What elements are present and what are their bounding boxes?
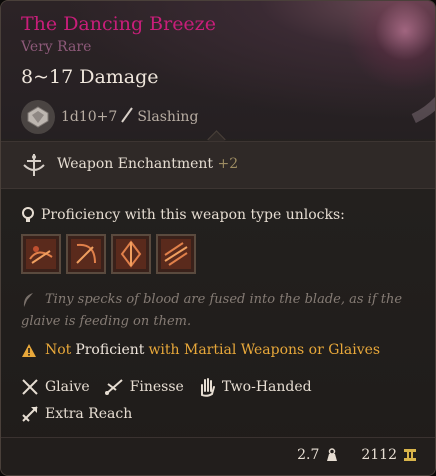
weight-icon <box>327 448 338 461</box>
finesse-icon <box>104 379 123 395</box>
damage-dice: 1d10+7 <box>61 109 118 125</box>
property-finesse: Finesse <box>104 378 184 396</box>
item-damage: 8~17 Damage <box>21 66 159 88</box>
warning-proficient: Proficient <box>75 342 145 358</box>
weapon-properties-row2: Extra Reach <box>21 405 146 423</box>
lightbulb-icon <box>22 207 34 222</box>
property-extra-reach: Extra Reach <box>21 405 132 423</box>
action-icon-4 <box>161 239 191 269</box>
action-icon-1 <box>26 239 56 269</box>
property-two-handed: Two-Handed <box>198 377 312 397</box>
item-value: 2112 <box>361 447 397 463</box>
tooltip-footer: 2.7 2112 <box>1 437 435 475</box>
item-weight: 2.7 <box>297 447 320 463</box>
reach-icon <box>22 406 38 422</box>
proficiency-heading: Proficiency with this weapon type unlock… <box>41 207 345 223</box>
proficiency-heading-row: Proficiency with this weapon type unlock… <box>21 207 345 223</box>
warning-weapon-types: with Martial Weapons or Glaives <box>148 342 381 358</box>
hand-icon <box>200 378 215 397</box>
property-glaive: Glaive <box>21 378 90 396</box>
property-label: Extra Reach <box>45 406 133 422</box>
property-label: Glaive <box>45 379 90 395</box>
flavor-text-block: Tiny specks of blood are fused into the … <box>21 289 413 333</box>
enchantment-label: Weapon Enchantment +2 <box>57 156 238 172</box>
property-label: Two-Handed <box>221 379 312 395</box>
property-label: Finesse <box>129 379 184 395</box>
enchantment-value: +2 <box>217 156 239 172</box>
item-tooltip: The Dancing Breeze Very Rare 8~17 Damage… <box>0 0 436 476</box>
weapon-action-4[interactable] <box>156 234 196 274</box>
warning-icon <box>22 343 36 357</box>
warning-not: Not <box>45 342 72 358</box>
item-artwork-blade <box>271 1 435 155</box>
slashing-icon <box>121 107 134 127</box>
dice-icon <box>21 100 55 134</box>
proficiency-warning: Not Proficient with Martial Weapons or G… <box>21 342 380 358</box>
weapon-action-2[interactable] <box>66 234 106 274</box>
gold-icon <box>404 449 416 461</box>
glaive-icon <box>22 379 38 395</box>
weapon-actions <box>21 234 196 274</box>
weapon-action-3[interactable] <box>111 234 151 274</box>
damage-type: Slashing <box>137 109 199 125</box>
enchantment-bar: Weapon Enchantment +2 <box>1 141 435 189</box>
damage-dice-row: 1d10+7 Slashing <box>21 100 198 134</box>
flavor-text: Tiny specks of blood are fused into the … <box>21 292 403 329</box>
action-icon-2 <box>71 239 101 269</box>
tooltip-header: The Dancing Breeze Very Rare 8~17 Damage… <box>1 1 435 155</box>
item-rarity: Very Rare <box>21 39 92 55</box>
weapon-properties: Glaive Finesse Two-Handed <box>21 377 326 397</box>
enchantment-name: Weapon Enchantment <box>57 156 214 172</box>
action-icon-3 <box>116 239 146 269</box>
item-name: The Dancing Breeze <box>21 13 216 35</box>
enchantment-icon <box>21 153 47 181</box>
weapon-action-1[interactable] <box>21 234 61 274</box>
quill-icon <box>23 293 33 307</box>
footer-stats: 2.7 2112 <box>297 447 417 463</box>
